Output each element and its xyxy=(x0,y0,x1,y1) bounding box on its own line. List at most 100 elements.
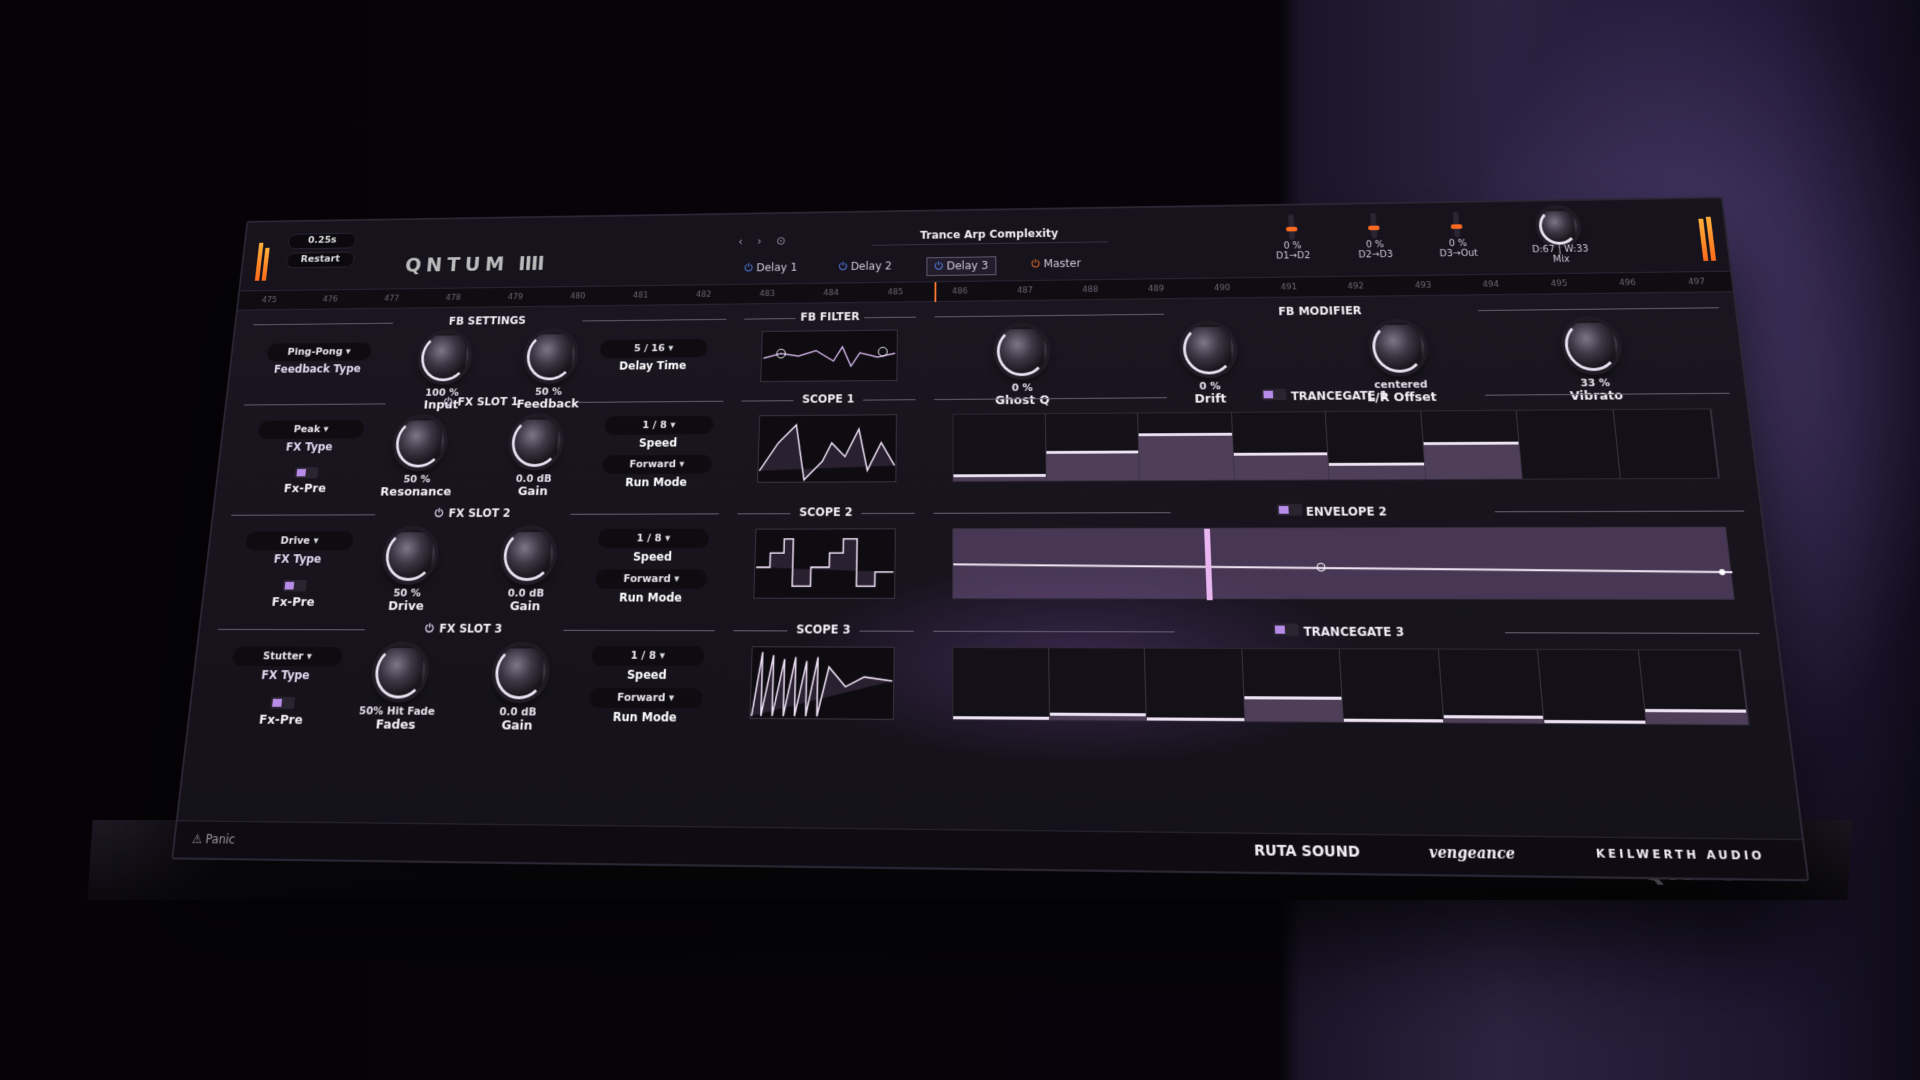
ruler-tick: 484 xyxy=(823,288,839,298)
ruler-tick: 479 xyxy=(507,292,524,302)
ruler-tick: 475 xyxy=(261,295,278,305)
fx-type-dropdown[interactable]: StutterFX Type xyxy=(230,646,344,682)
slot-knob-1[interactable]: 50 % Drive xyxy=(355,529,462,614)
scope-1: SCOPE 1 xyxy=(738,392,916,496)
footer: ⚠ Panic RUTA SOUND vengeance KEILWERTH A… xyxy=(173,820,1807,880)
gate-step[interactable] xyxy=(1138,412,1235,481)
slider-d3-out[interactable]: 0 % D3→Out xyxy=(1427,211,1488,259)
run-mode-dropdown[interactable]: ForwardRun Mode xyxy=(588,687,703,725)
mod-toggle[interactable] xyxy=(1276,503,1303,516)
slot-knob-2[interactable]: 0.0 dB Gain xyxy=(474,529,581,614)
output-meter xyxy=(1696,211,1721,261)
gate-step[interactable] xyxy=(953,647,1050,720)
gate-step[interactable] xyxy=(1438,649,1545,724)
restart-button[interactable]: Restart xyxy=(285,251,356,269)
ruler-tick: 482 xyxy=(695,290,712,300)
gate-step[interactable] xyxy=(1537,649,1647,724)
gate-step[interactable] xyxy=(1638,650,1749,725)
fx-type-dropdown[interactable]: DriveFX Type xyxy=(243,531,355,566)
speed-dropdown[interactable]: 1 / 8Speed xyxy=(590,645,705,682)
envelope-display[interactable] xyxy=(952,526,1734,601)
preset-name[interactable]: Trance Arp Complexity xyxy=(871,222,1108,246)
fx-slot-3: ⏻FX SLOT 3 StutterFX Type Fx-Pre 50% Hit… xyxy=(207,621,715,734)
fx-pre-toggle[interactable]: Fx-Pre xyxy=(265,577,322,610)
fb-filter-display[interactable] xyxy=(760,329,898,383)
tab-delay-1[interactable]: ⏻ Delay 1 xyxy=(737,259,805,279)
ruler-tick: 483 xyxy=(759,289,776,299)
modulator-1: TRANCEGATE 1 xyxy=(934,385,1742,495)
power-icon[interactable]: ⏻ xyxy=(443,396,452,409)
gate-step[interactable] xyxy=(1144,648,1245,722)
gate-step[interactable] xyxy=(1231,412,1330,480)
ruler-tick: 488 xyxy=(1082,285,1099,295)
playhead[interactable] xyxy=(934,282,937,302)
ruler-tick: 497 xyxy=(1687,277,1706,287)
tab-delay-2[interactable]: ⏻ Delay 2 xyxy=(831,258,899,278)
gate-step[interactable] xyxy=(1045,413,1140,481)
fb-modifier: FB MODIFIER 0 % Ghost Q 0 % Drift centered… xyxy=(934,300,1729,408)
modulator-3: TRANCEGATE 3 xyxy=(933,623,1773,741)
keilwerth-logo: KEILWERTH AUDIO xyxy=(1595,846,1766,863)
ruler-tick: 490 xyxy=(1214,283,1231,293)
mod-toggle[interactable] xyxy=(1261,388,1288,401)
gate-step[interactable] xyxy=(1516,410,1621,479)
gate-step[interactable] xyxy=(1613,409,1719,479)
delay-tabs: ⏻ Delay 1 ⏻ Delay 2 ⏻ Delay 3 ⏻ Master xyxy=(737,255,1089,279)
ruler-tick: 489 xyxy=(1147,284,1165,294)
slot-knob-1[interactable]: 50% Hit Fade Fades xyxy=(344,645,453,733)
fx-pre-toggle[interactable]: Fx-Pre xyxy=(253,694,311,728)
fx-pre-toggle[interactable]: Fx-Pre xyxy=(278,464,334,496)
slider-d2-d3[interactable]: 0 % D2→D3 xyxy=(1345,213,1405,261)
trancegate-display[interactable] xyxy=(952,408,1721,483)
ruler-tick: 477 xyxy=(383,294,400,304)
delay-time-dropdown[interactable]: 5 / 16Delay Time xyxy=(599,338,708,373)
ruler-tick: 492 xyxy=(1347,281,1365,291)
ruler-tick: 494 xyxy=(1482,279,1500,290)
fx-slot-2: ⏻FX SLOT 2 DriveFX Type Fx-Pre 50 %Drive… xyxy=(220,506,719,614)
gate-step[interactable] xyxy=(1420,410,1523,480)
ruler-tick: 481 xyxy=(632,290,649,300)
ruler-tick: 478 xyxy=(445,293,462,303)
gate-step[interactable] xyxy=(953,414,1047,482)
scope-2: SCOPE 2 xyxy=(734,505,915,613)
ruler-tick: 493 xyxy=(1414,280,1432,291)
modulator-2: ENVELOPE 2 xyxy=(933,503,1757,615)
slot-knob-1[interactable]: 50 % Resonance xyxy=(366,417,471,499)
power-icon[interactable]: ⏻ xyxy=(425,622,435,636)
mod-toggle[interactable] xyxy=(1273,623,1300,636)
scope-display xyxy=(753,528,896,599)
power-icon[interactable]: ⏻ xyxy=(934,260,943,273)
slot-knob-2[interactable]: 0.0 dB Gain xyxy=(483,416,588,499)
tab-delay-3[interactable]: ⏻ Delay 3 xyxy=(926,256,997,277)
power-icon[interactable]: ⏻ xyxy=(744,262,753,274)
power-icon[interactable]: ⏻ xyxy=(838,260,847,273)
mix-knob[interactable]: D:67 | W:33 Mix xyxy=(1516,208,1604,266)
run-mode-dropdown[interactable]: ForwardRun Mode xyxy=(594,569,708,604)
gate-step[interactable] xyxy=(1241,648,1344,722)
feedback-type-dropdown[interactable]: Ping-PongFeedback Type xyxy=(265,342,373,376)
scope-display xyxy=(749,646,895,720)
nav-icons[interactable]: ‹ › ⊙ xyxy=(738,235,791,249)
trancegate-display[interactable] xyxy=(952,646,1750,726)
tab-master[interactable]: ⏻ Master xyxy=(1024,255,1089,275)
fb-filter: FB FILTER xyxy=(742,309,916,393)
slider-d1-d2[interactable]: 0 % D1→D2 xyxy=(1263,214,1321,262)
power-icon[interactable]: ⏻ xyxy=(1031,257,1040,270)
power-icon[interactable]: ⏻ xyxy=(434,507,444,520)
slot-knob-2[interactable]: 0.0 dB Gain xyxy=(465,645,574,734)
ruler-tick: 476 xyxy=(322,294,339,304)
gate-step[interactable] xyxy=(1048,648,1147,721)
panic-button[interactable]: ⚠ Panic xyxy=(191,832,235,847)
run-mode-dropdown[interactable]: ForwardRun Mode xyxy=(601,454,713,489)
ruler-tick: 487 xyxy=(1017,285,1033,296)
fx-slot-1: ⏻FX SLOT 1 PeakFX Type Fx-Pre 50 %Resona… xyxy=(233,393,723,499)
speed-dropdown[interactable]: 1 / 8Speed xyxy=(603,415,714,450)
ruler-tick: 495 xyxy=(1550,278,1568,289)
speed-dropdown[interactable]: 1 / 8Speed xyxy=(597,528,710,564)
gate-step[interactable] xyxy=(1325,411,1426,480)
fx-type-dropdown[interactable]: PeakFX Type xyxy=(256,419,365,454)
ruler-tick: 480 xyxy=(569,291,586,301)
time-select[interactable]: 0.25s xyxy=(287,232,357,250)
gate-step[interactable] xyxy=(1339,649,1444,723)
ruta-sound-logo: RUTA SOUND xyxy=(1253,842,1361,862)
